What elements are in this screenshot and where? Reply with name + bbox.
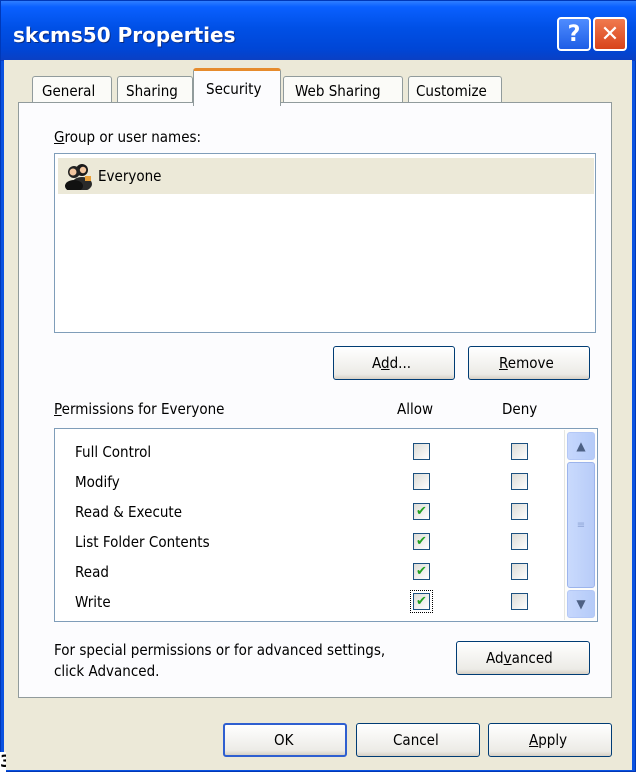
modify-allow-checkbox[interactable] [413, 473, 430, 490]
read-deny-checkbox[interactable] [511, 563, 528, 580]
user-list[interactable]: Everyone [54, 153, 596, 333]
grip-icon: ≡ [576, 519, 586, 531]
help-icon: ? [567, 21, 581, 47]
permission-row-list-folder-contents: List Folder Contents ✔ [55, 527, 565, 557]
permission-row-write: Write ✔ [55, 587, 565, 617]
check-icon: ✔ [416, 594, 427, 609]
list-folder-contents-deny-checkbox[interactable] [511, 533, 528, 550]
chevron-down-icon: ▼ [576, 597, 586, 611]
permissions-label: Permissions for Everyone [54, 400, 225, 418]
apply-button[interactable]: Apply [488, 723, 612, 757]
tab-security[interactable]: Security [193, 68, 281, 106]
full-control-deny-checkbox[interactable] [511, 443, 528, 460]
close-button[interactable]: ✕ [593, 17, 627, 51]
write-allow-checkbox[interactable]: ✔ [410, 590, 433, 613]
user-name: Everyone [98, 167, 162, 185]
permission-row-read-execute: Read & Execute ✔ [55, 497, 565, 527]
scroll-down-button[interactable]: ▼ [567, 590, 595, 618]
check-icon: ✔ [416, 504, 427, 519]
help-button[interactable]: ? [557, 17, 591, 51]
check-icon: ✔ [416, 564, 427, 579]
permissions-list[interactable]: Full Control Modify Read & Execute ✔ Lis… [54, 428, 598, 622]
permission-row-full-control: Full Control [55, 437, 565, 467]
write-deny-checkbox[interactable] [511, 593, 528, 610]
list-item-everyone[interactable]: Everyone [58, 158, 594, 194]
title-bar[interactable]: skcms50 Properties ? ✕ [1, 1, 636, 61]
permission-row-modify: Modify [55, 467, 565, 497]
scroll-thumb[interactable]: ≡ [567, 462, 595, 588]
cancel-button[interactable]: Cancel [356, 723, 480, 757]
users-group-icon [64, 162, 94, 192]
deny-column-header: Deny [502, 400, 538, 418]
check-icon: ✔ [416, 534, 427, 549]
tab-sharing[interactable]: Sharing [117, 76, 193, 104]
read-execute-deny-checkbox[interactable] [511, 503, 528, 520]
allow-column-header: Allow [397, 400, 434, 418]
advanced-settings-hint: For special permissions or for advanced … [54, 641, 386, 680]
chevron-up-icon: ▲ [576, 439, 586, 453]
read-execute-allow-checkbox[interactable]: ✔ [413, 503, 430, 520]
group-or-user-names-label: Group or user names: [54, 128, 202, 146]
ok-button[interactable]: OK [223, 723, 347, 757]
window-title: skcms50 Properties [13, 23, 236, 47]
permissions-scrollbar[interactable]: ▲ ≡ ▼ [564, 430, 596, 620]
tab-general[interactable]: General [32, 76, 112, 104]
modify-deny-checkbox[interactable] [511, 473, 528, 490]
close-icon: ✕ [600, 21, 620, 47]
permission-row-read: Read ✔ [55, 557, 565, 587]
read-allow-checkbox[interactable]: ✔ [413, 563, 430, 580]
scroll-up-button[interactable]: ▲ [567, 432, 595, 460]
remove-button[interactable]: Remove [468, 346, 590, 380]
corner-label: 3 [0, 752, 6, 772]
tab-web-sharing[interactable]: Web Sharing [283, 76, 403, 104]
list-folder-contents-allow-checkbox[interactable]: ✔ [413, 533, 430, 550]
add-button[interactable]: Add... [333, 346, 455, 380]
advanced-button[interactable]: Advanced [456, 641, 590, 675]
tab-customize[interactable]: Customize [408, 76, 502, 104]
full-control-allow-checkbox[interactable] [413, 443, 430, 460]
